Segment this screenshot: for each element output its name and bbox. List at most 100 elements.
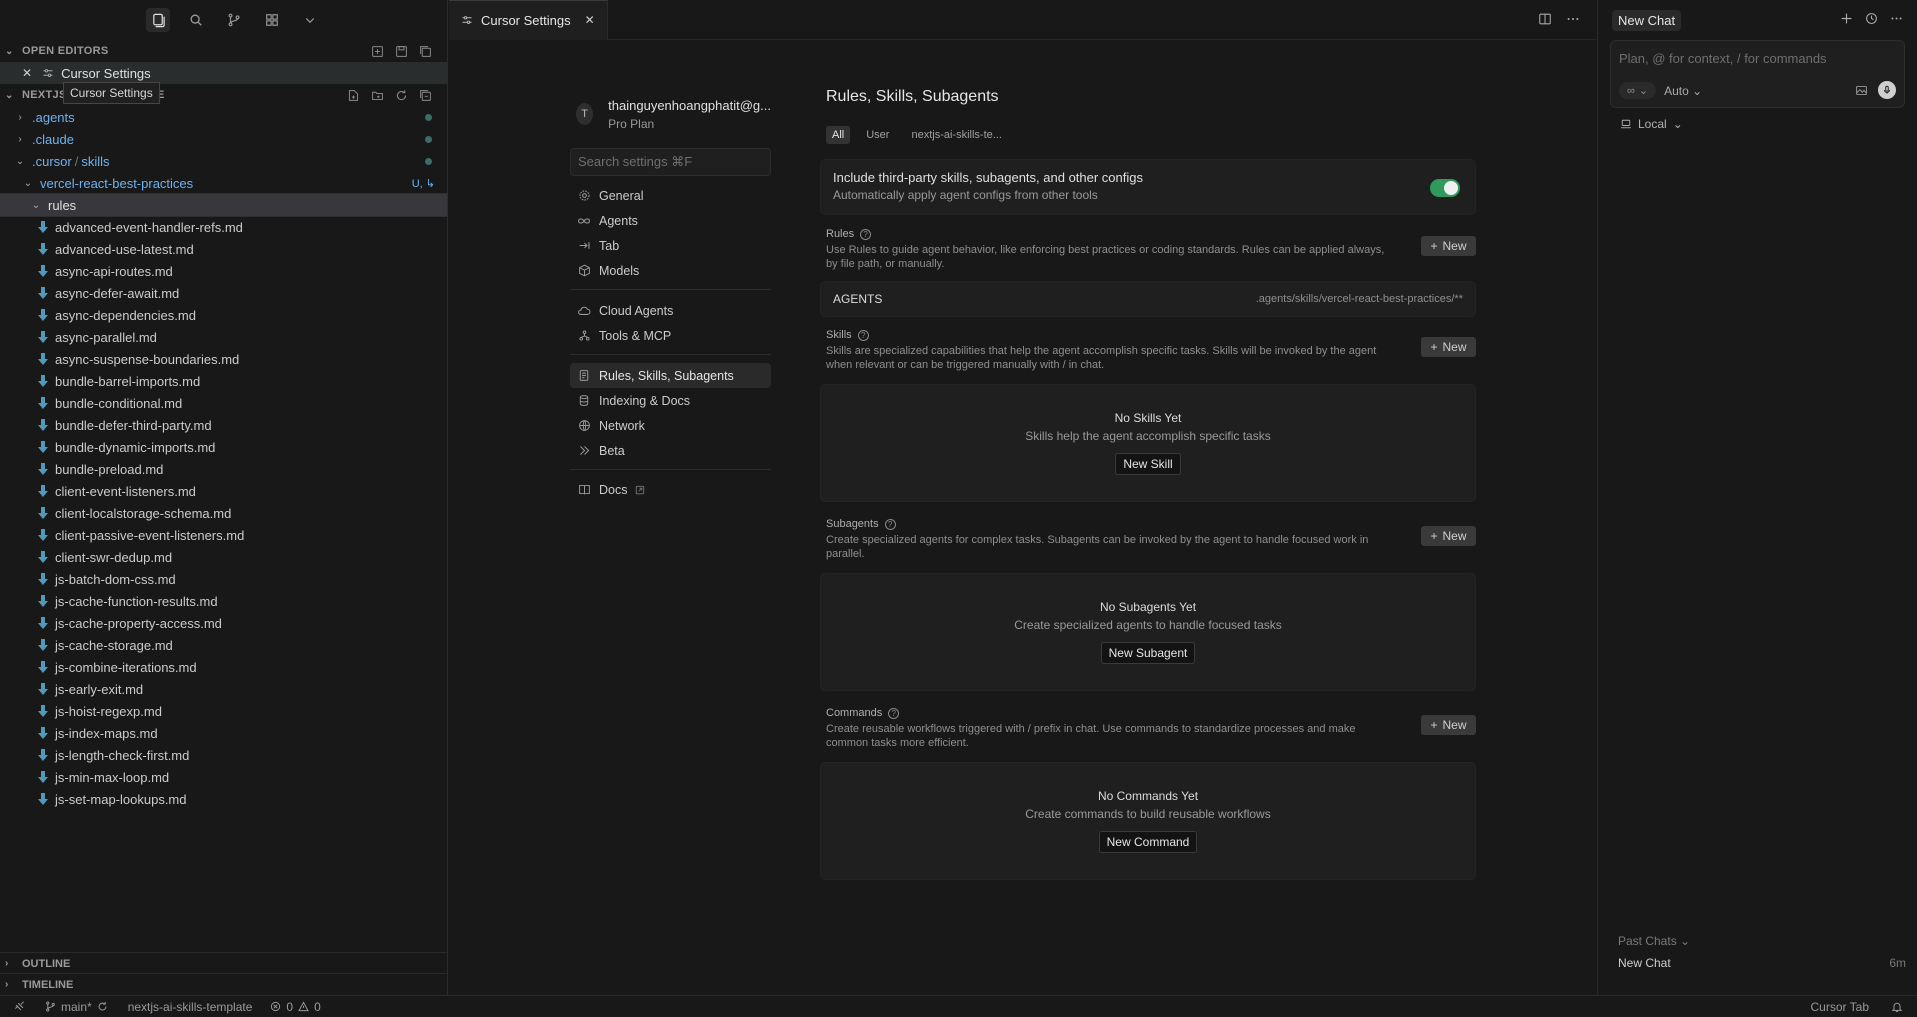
search-icon[interactable] xyxy=(184,8,208,32)
file-item[interactable]: bundle-conditional.md xyxy=(0,392,447,414)
nav-item-general[interactable]: General xyxy=(570,183,771,208)
problems-indicator[interactable]: 0 0 xyxy=(270,1000,321,1014)
nav-item-agents[interactable]: Agents xyxy=(570,208,771,233)
local-environment-selector[interactable]: Local ⌄ xyxy=(1620,117,1917,131)
nav-item-network[interactable]: Network xyxy=(570,413,771,438)
scope-tab-all[interactable]: All xyxy=(826,126,851,144)
folder-claude[interactable]: › .claude xyxy=(0,128,447,150)
explorer-files-icon[interactable] xyxy=(146,8,170,32)
project-name[interactable]: nextjs-ai-skills-template xyxy=(128,1000,253,1014)
model-selector[interactable]: Auto ⌄ xyxy=(1664,84,1702,98)
file-item[interactable]: advanced-use-latest.md xyxy=(0,238,447,260)
file-item[interactable]: bundle-defer-third-party.md xyxy=(0,414,447,436)
file-item[interactable]: bundle-dynamic-imports.md xyxy=(0,436,447,458)
settings-search-input[interactable]: Search settings ⌘F xyxy=(570,148,771,176)
image-attach-icon[interactable] xyxy=(1855,84,1868,97)
close-icon[interactable]: ✕ xyxy=(22,66,32,80)
file-item[interactable]: client-swr-dedup.md xyxy=(0,546,447,568)
nav-item-cloud-agents[interactable]: Cloud Agents xyxy=(570,298,771,323)
folder-rules[interactable]: ⌄ rules xyxy=(0,193,448,217)
new-rule-button[interactable]: + New xyxy=(1421,236,1476,256)
new-skill-button[interactable]: New Skill xyxy=(1115,453,1181,475)
open-editors-header[interactable]: ⌄ OPEN EDITORS xyxy=(0,40,447,62)
source-control-icon[interactable] xyxy=(222,8,246,32)
cursor-tab-status[interactable]: Cursor Tab xyxy=(1811,1000,1869,1014)
help-icon[interactable]: ? xyxy=(884,518,896,530)
nav-item-beta[interactable]: Beta xyxy=(570,438,771,463)
file-item[interactable]: js-set-map-lookups.md xyxy=(0,788,447,810)
new-subagent-header-button[interactable]: + New xyxy=(1421,526,1476,546)
chat-input[interactable]: Plan, @ for context, / for commands ∞ ⌄ A… xyxy=(1610,40,1905,108)
folder-agents[interactable]: › .agents xyxy=(0,106,447,128)
file-item[interactable]: async-api-routes.md xyxy=(0,260,447,282)
chevron-down-icon[interactable] xyxy=(298,8,322,32)
new-folder-icon[interactable] xyxy=(369,87,385,103)
save-all-icon[interactable] xyxy=(393,43,409,59)
file-item[interactable]: js-cache-storage.md xyxy=(0,634,447,656)
split-editor-icon[interactable] xyxy=(1538,12,1552,26)
new-untitled-file-icon[interactable] xyxy=(369,43,385,59)
outline-header[interactable]: › OUTLINE xyxy=(0,952,448,974)
folder-cursor-skills[interactable]: ⌄ .cursor / skills xyxy=(0,150,447,172)
folder-vercel-react-best-practices[interactable]: ⌄ vercel-react-best-practices U, ↳ xyxy=(0,172,447,194)
file-item[interactable]: js-cache-function-results.md xyxy=(0,590,447,612)
scope-tab-project[interactable]: nextjs-ai-skills-te... xyxy=(905,126,1007,144)
tab-cursor-settings[interactable]: Cursor Settings ✕ xyxy=(449,0,608,40)
scope-tab-user[interactable]: User xyxy=(860,126,895,144)
file-item[interactable]: async-defer-await.md xyxy=(0,282,447,304)
past-chats-header[interactable]: Past Chats ⌄ xyxy=(1618,934,1690,948)
nav-item-rules-skills-subagents[interactable]: Rules, Skills, Subagents xyxy=(570,363,771,388)
file-item[interactable]: client-event-listeners.md xyxy=(0,480,447,502)
file-item[interactable]: async-suspense-boundaries.md xyxy=(0,348,447,370)
microphone-icon[interactable] xyxy=(1878,81,1896,99)
refresh-icon[interactable] xyxy=(393,87,409,103)
nav-item-models[interactable]: Models xyxy=(570,258,771,283)
file-item[interactable]: js-cache-property-access.md xyxy=(0,612,447,634)
new-subagent-button[interactable]: New Subagent xyxy=(1100,642,1196,664)
new-file-icon[interactable] xyxy=(345,87,361,103)
sync-icon[interactable] xyxy=(97,1001,108,1012)
chat-tab[interactable]: New Chat xyxy=(1612,9,1682,31)
file-item[interactable]: js-length-check-first.md xyxy=(0,744,447,766)
nav-item-docs[interactable]: Docs xyxy=(570,477,771,502)
file-item[interactable]: bundle-preload.md xyxy=(0,458,447,480)
file-item[interactable]: client-passive-event-listeners.md xyxy=(0,524,447,546)
nav-item-tools-mcp[interactable]: Tools & MCP xyxy=(570,323,771,348)
file-item[interactable]: advanced-event-handler-refs.md xyxy=(0,216,447,238)
third-party-toggle[interactable] xyxy=(1430,179,1460,197)
help-icon[interactable]: ? xyxy=(888,707,900,719)
git-branch[interactable]: main* xyxy=(45,1000,108,1014)
user-profile[interactable]: T thainguyenhoangphatit@g... Pro Plan xyxy=(570,84,771,144)
more-actions-icon[interactable] xyxy=(1566,12,1580,26)
close-all-icon[interactable] xyxy=(417,43,433,59)
file-item[interactable]: js-hoist-regexp.md xyxy=(0,700,447,722)
open-editor-item[interactable]: ✕ Cursor Settings xyxy=(0,62,447,84)
file-item[interactable]: js-batch-dom-css.md xyxy=(0,568,447,590)
file-item[interactable]: bundle-barrel-imports.md xyxy=(0,370,447,392)
file-item[interactable]: js-early-exit.md xyxy=(0,678,447,700)
history-icon[interactable] xyxy=(1865,12,1878,25)
nav-item-indexing-docs[interactable]: Indexing & Docs xyxy=(570,388,771,413)
agents-rule-row[interactable]: AGENTS .agents/skills/vercel-react-best-… xyxy=(820,281,1476,317)
past-chat-item[interactable]: New Chat 6m xyxy=(1618,956,1906,970)
agent-mode-selector[interactable]: ∞ ⌄ xyxy=(1619,82,1657,99)
help-icon[interactable]: ? xyxy=(857,329,869,341)
file-item[interactable]: js-combine-iterations.md xyxy=(0,656,447,678)
timeline-header[interactable]: › TIMELINE xyxy=(0,973,448,995)
file-item[interactable]: async-parallel.md xyxy=(0,326,447,348)
nav-item-tab[interactable]: Tab xyxy=(570,233,771,258)
new-skill-header-button[interactable]: + New xyxy=(1421,337,1476,357)
file-item[interactable]: js-min-max-loop.md xyxy=(0,766,447,788)
close-icon[interactable]: ✕ xyxy=(585,13,595,27)
file-item[interactable]: async-dependencies.md xyxy=(0,304,447,326)
file-item[interactable]: js-index-maps.md xyxy=(0,722,447,744)
notifications-bell-icon[interactable] xyxy=(1891,1001,1903,1013)
new-chat-plus-icon[interactable] xyxy=(1840,12,1853,25)
extensions-icon[interactable] xyxy=(260,8,284,32)
help-icon[interactable]: ? xyxy=(860,228,872,240)
collapse-all-icon[interactable] xyxy=(417,87,433,103)
new-command-header-button[interactable]: + New xyxy=(1421,715,1476,735)
file-item[interactable]: client-localstorage-schema.md xyxy=(0,502,447,524)
new-command-button[interactable]: New Command xyxy=(1098,831,1198,853)
remote-indicator[interactable] xyxy=(14,1001,25,1012)
